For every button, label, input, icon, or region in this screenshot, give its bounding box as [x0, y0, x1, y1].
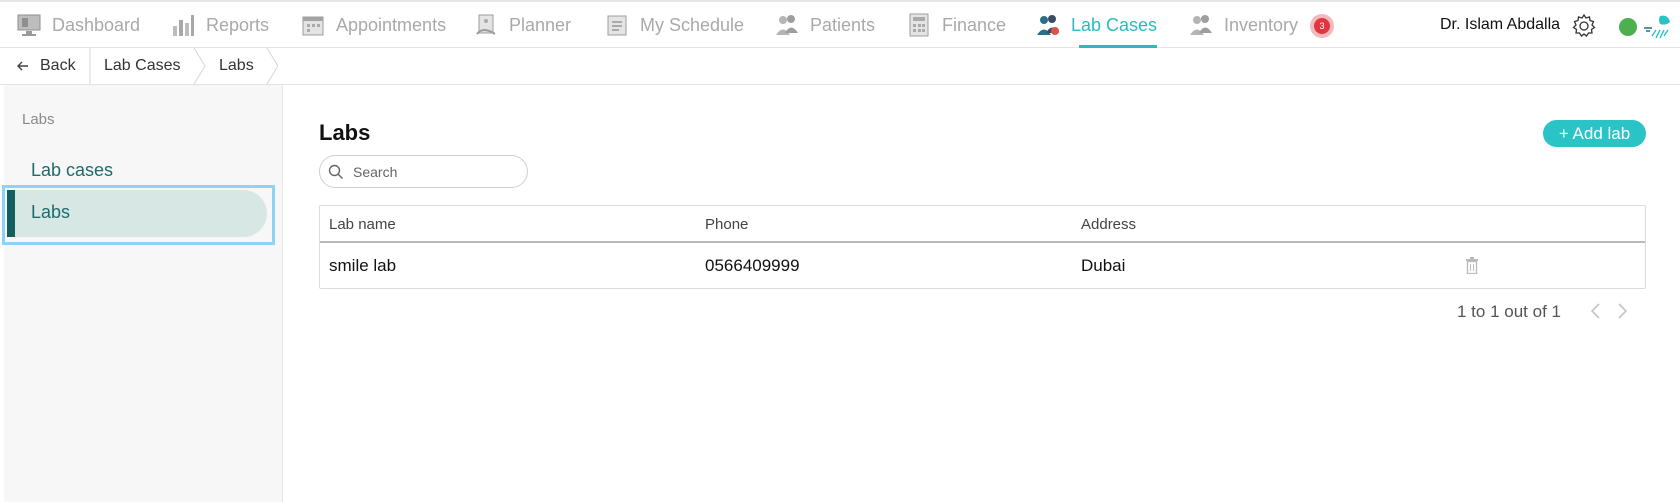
- nav-label: My Schedule: [640, 14, 745, 35]
- sidebar-item-lab-cases[interactable]: Lab cases: [31, 160, 113, 181]
- back-button[interactable]: Back: [16, 48, 76, 84]
- column-header-phone[interactable]: Phone: [705, 216, 748, 233]
- cell-phone: 0566409999: [705, 256, 800, 275]
- inventory-icon: [1190, 15, 1212, 35]
- chevron-left-icon[interactable]: [1588, 301, 1604, 321]
- nav-label: Inventory: [1224, 14, 1299, 35]
- table-header: Lab name Phone Address: [320, 206, 1645, 243]
- gear-icon[interactable]: [1570, 12, 1598, 40]
- arrow-left-icon: [17, 61, 28, 71]
- breadcrumb-separator: [89, 48, 91, 84]
- page-title: Labs: [319, 120, 371, 145]
- nav-label: Planner: [509, 14, 572, 35]
- sidebar-heading: Labs: [22, 111, 55, 128]
- nav-item-finance[interactable]: Finance: [906, 2, 1006, 48]
- lab-cases-icon: [1037, 15, 1059, 35]
- notification-count: 3: [1314, 18, 1330, 34]
- back-label: Back: [40, 57, 76, 74]
- nav-item-lab-cases[interactable]: Lab Cases: [1035, 2, 1158, 48]
- logo-icon: [1644, 15, 1670, 39]
- sidebar: Labs Lab cases Labs: [2, 85, 283, 502]
- trash-icon[interactable]: [1465, 257, 1479, 274]
- search-box[interactable]: [319, 155, 528, 188]
- column-header-address[interactable]: Address: [1081, 216, 1136, 233]
- planner-icon: [476, 14, 496, 35]
- nav-label: Finance: [942, 14, 1007, 35]
- nav-label: Dashboard: [52, 14, 141, 35]
- search-input[interactable]: [353, 162, 518, 182]
- add-lab-button[interactable]: + Add lab: [1543, 120, 1646, 147]
- search-icon: [328, 164, 343, 179]
- calculator-icon: [909, 13, 929, 37]
- chevron-right-icon: [193, 48, 206, 84]
- nav-item-planner[interactable]: Planner: [473, 2, 571, 48]
- schedule-icon: [607, 15, 627, 36]
- nav-item-my-schedule[interactable]: My Schedule: [604, 2, 744, 48]
- chevron-right-icon[interactable]: [1614, 301, 1630, 321]
- calendar-icon: [302, 16, 324, 36]
- cell-lab-name: smile lab: [329, 256, 397, 275]
- labs-table: Lab name Phone Address smile lab 0566409…: [319, 205, 1646, 289]
- nav-label: Appointments: [336, 14, 447, 35]
- chevron-right-icon: [266, 48, 279, 84]
- monitor-icon: [17, 14, 41, 36]
- top-navigation: Dashboard Reports Appointments Planner M…: [0, 0, 1680, 48]
- nav-item-dashboard[interactable]: Dashboard: [16, 2, 140, 48]
- user-name[interactable]: Dr. Islam Abdalla: [1440, 16, 1560, 34]
- sidebar-item-labs[interactable]: Labs: [2, 185, 275, 245]
- column-header-lab-name[interactable]: Lab name: [329, 216, 396, 233]
- nav-item-reports[interactable]: Reports: [170, 2, 269, 48]
- nav-item-patients[interactable]: Patients: [774, 2, 875, 48]
- nav-item-appointments[interactable]: Appointments: [300, 2, 446, 48]
- sidebar-active-highlight: Labs: [7, 190, 267, 237]
- active-indicator: [7, 190, 15, 237]
- nav-item-inventory[interactable]: Inventory: [1188, 2, 1298, 48]
- notification-badge[interactable]: 3: [1310, 14, 1334, 38]
- sidebar-item-label: Labs: [31, 202, 71, 222]
- nav-label: Lab Cases: [1071, 14, 1158, 35]
- nav-label: Reports: [206, 14, 270, 35]
- nav-label: Patients: [810, 14, 876, 35]
- breadcrumb: Back Lab Cases Labs: [0, 48, 1680, 85]
- bar-chart-icon: [173, 15, 194, 36]
- breadcrumb-item-lab-cases[interactable]: Lab Cases: [104, 48, 181, 84]
- cell-address: Dubai: [1081, 256, 1126, 275]
- people-icon: [776, 15, 798, 35]
- breadcrumb-label: Lab Cases: [104, 57, 181, 74]
- pagination-summary: 1 to 1 out of 1: [1457, 302, 1561, 321]
- status-indicator: [1619, 18, 1637, 36]
- breadcrumb-label: Labs: [219, 57, 254, 74]
- breadcrumb-item-labs[interactable]: Labs: [219, 48, 254, 84]
